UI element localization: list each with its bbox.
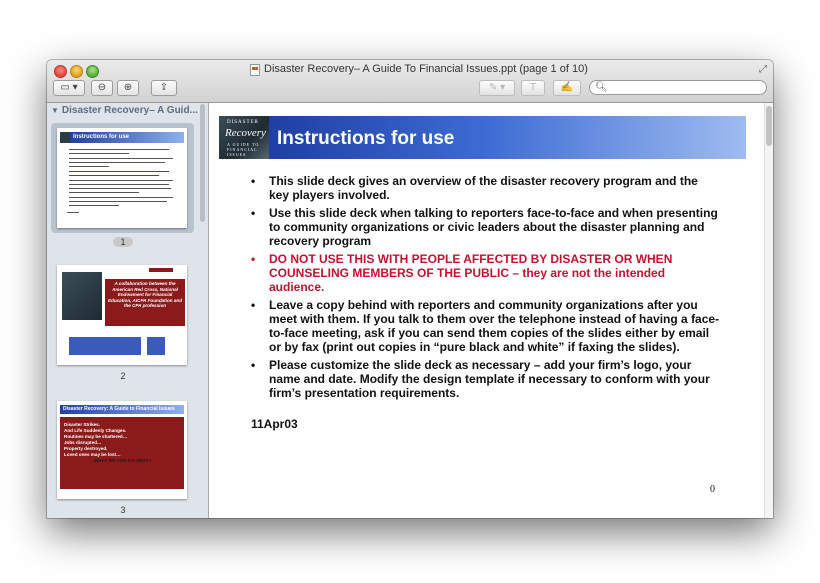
thumbnail-text-line [69, 205, 119, 206]
sidebar-view-icon: ▭ ▾ [60, 82, 78, 93]
thumbnail-title: Instructions for use [73, 134, 130, 140]
document-scrollbar[interactable] [764, 103, 773, 518]
thumbnail-text-line [69, 162, 165, 163]
disaster-recovery-logo: DISASTER Recovery A GUIDE TO FINANCIAL I… [219, 116, 269, 159]
zoom-out-icon: ⊖ [97, 82, 107, 93]
logo-line-1: DISASTER [227, 120, 259, 125]
thumbnail-page-1[interactable]: Instructions for use [57, 128, 187, 228]
sidebar-document-title: Disaster Recovery– A Guid... [61, 105, 198, 116]
thumbnail-text-line [69, 166, 109, 167]
search-icon: 🔍︎ [595, 82, 608, 93]
signature-button[interactable]: ✍ [553, 80, 581, 96]
slide-date: 11Apr03 [251, 417, 298, 431]
thumbnail-text-line [69, 188, 171, 189]
zoom-in-button[interactable]: ⊕ [117, 80, 139, 96]
logo-line-3: A GUIDE TO FINANCIAL ISSUES [227, 142, 260, 157]
thumbnail-text-line [69, 171, 169, 172]
bullet-item-warning: DO NOT USE THIS WITH PEOPLE AFFECTED BY … [251, 252, 721, 294]
thumbnail-text-line [69, 158, 173, 159]
thumbnail-logo-box [147, 337, 165, 355]
slide-page-number: 0 [710, 484, 715, 495]
share-icon: ⇪ [159, 82, 169, 93]
thumbnail-text-line [69, 180, 173, 181]
thumbnail-logo [60, 132, 70, 143]
thumbnail-text-line [69, 192, 139, 193]
thumbnail-page-number: 2 [120, 371, 126, 381]
minimize-window-button[interactable] [70, 65, 83, 78]
thumbnail-title: Disaster Recovery: A Guide to Financial … [63, 406, 175, 412]
annotate-button[interactable]: ✎ ▾ [479, 80, 515, 96]
thumbnail-page-2[interactable]: A collaboration between the American Red… [57, 265, 187, 365]
fullscreen-icon[interactable]: ⤢ [759, 64, 767, 75]
slide-title: Instructions for use [277, 128, 455, 149]
document-view: DISASTER Recovery A GUIDE TO FINANCIAL I… [209, 103, 773, 518]
signature-icon: ✍ [560, 82, 574, 93]
thumbnail-page-number: 1 [113, 237, 133, 247]
title-bar: Disaster Recovery– A Guide To Financial … [47, 60, 773, 103]
thumbnail-collaboration-text: A collaboration between the American Red… [105, 279, 185, 326]
bullet-item: This slide deck gives an overview of the… [251, 174, 721, 202]
bullet-item: Use this slide deck when talking to repo… [251, 206, 721, 248]
search-field[interactable]: 🔍︎ [589, 80, 767, 95]
thumbnail-page-number: 3 [120, 505, 126, 515]
slide-page: DISASTER Recovery A GUIDE TO FINANCIAL I… [209, 103, 764, 518]
thumbnail-text-line [69, 153, 129, 154]
zoom-in-icon: ⊕ [123, 82, 133, 93]
pencil-icon: ✎ ▾ [488, 82, 506, 93]
thumbnail-page-3[interactable]: Disaster Recovery: A Guide to Financial … [57, 401, 187, 499]
ppt-document-icon [250, 64, 260, 76]
share-button[interactable]: ⇪ [151, 80, 177, 96]
thumbnail-text-line [69, 184, 169, 185]
bullet-list: This slide deck gives an overview of the… [251, 174, 721, 404]
text-tool-button[interactable]: T [521, 80, 545, 96]
close-window-button[interactable] [54, 65, 67, 78]
sidebar-document-header[interactable]: ▼ Disaster Recovery– A Guid... [51, 105, 198, 116]
thumbnail-text-line [69, 175, 159, 176]
bullet-item: Please customize the slide deck as neces… [251, 358, 721, 400]
document-scrollbar-thumb[interactable] [766, 106, 772, 146]
preview-window: Disaster Recovery– A Guide To Financial … [47, 60, 773, 518]
text-tool-icon: T [529, 82, 537, 93]
thumbnail-logo [62, 272, 102, 320]
thumbnail-body: Disaster Strikes. And Life Suddenly Chan… [60, 417, 184, 489]
thumbnail-text-line [69, 149, 169, 150]
window-title: Disaster Recovery– A Guide To Financial … [264, 63, 588, 75]
thumbnail-sidebar: ▼ Disaster Recovery– A Guid... Instructio… [47, 103, 209, 518]
thumbnail-text-line [67, 212, 79, 213]
zoom-out-button[interactable]: ⊖ [91, 80, 113, 96]
bullet-item: Leave a copy behind with reporters and c… [251, 298, 721, 354]
thumbnail-draft-badge [149, 268, 173, 272]
sidebar-view-button[interactable]: ▭ ▾ [53, 80, 85, 96]
thumbnail-name-box [69, 337, 141, 355]
thumbnail-text-line [69, 201, 167, 202]
thumbnail-text-line [69, 197, 173, 198]
disclosure-triangle-icon[interactable]: ▼ [51, 106, 59, 115]
logo-line-2: Recovery [225, 127, 266, 139]
zoom-window-button[interactable] [86, 65, 99, 78]
sidebar-scrollbar[interactable] [200, 104, 205, 222]
thumbnail-line: WHAT DO YOU DO NEXT? [94, 458, 152, 463]
